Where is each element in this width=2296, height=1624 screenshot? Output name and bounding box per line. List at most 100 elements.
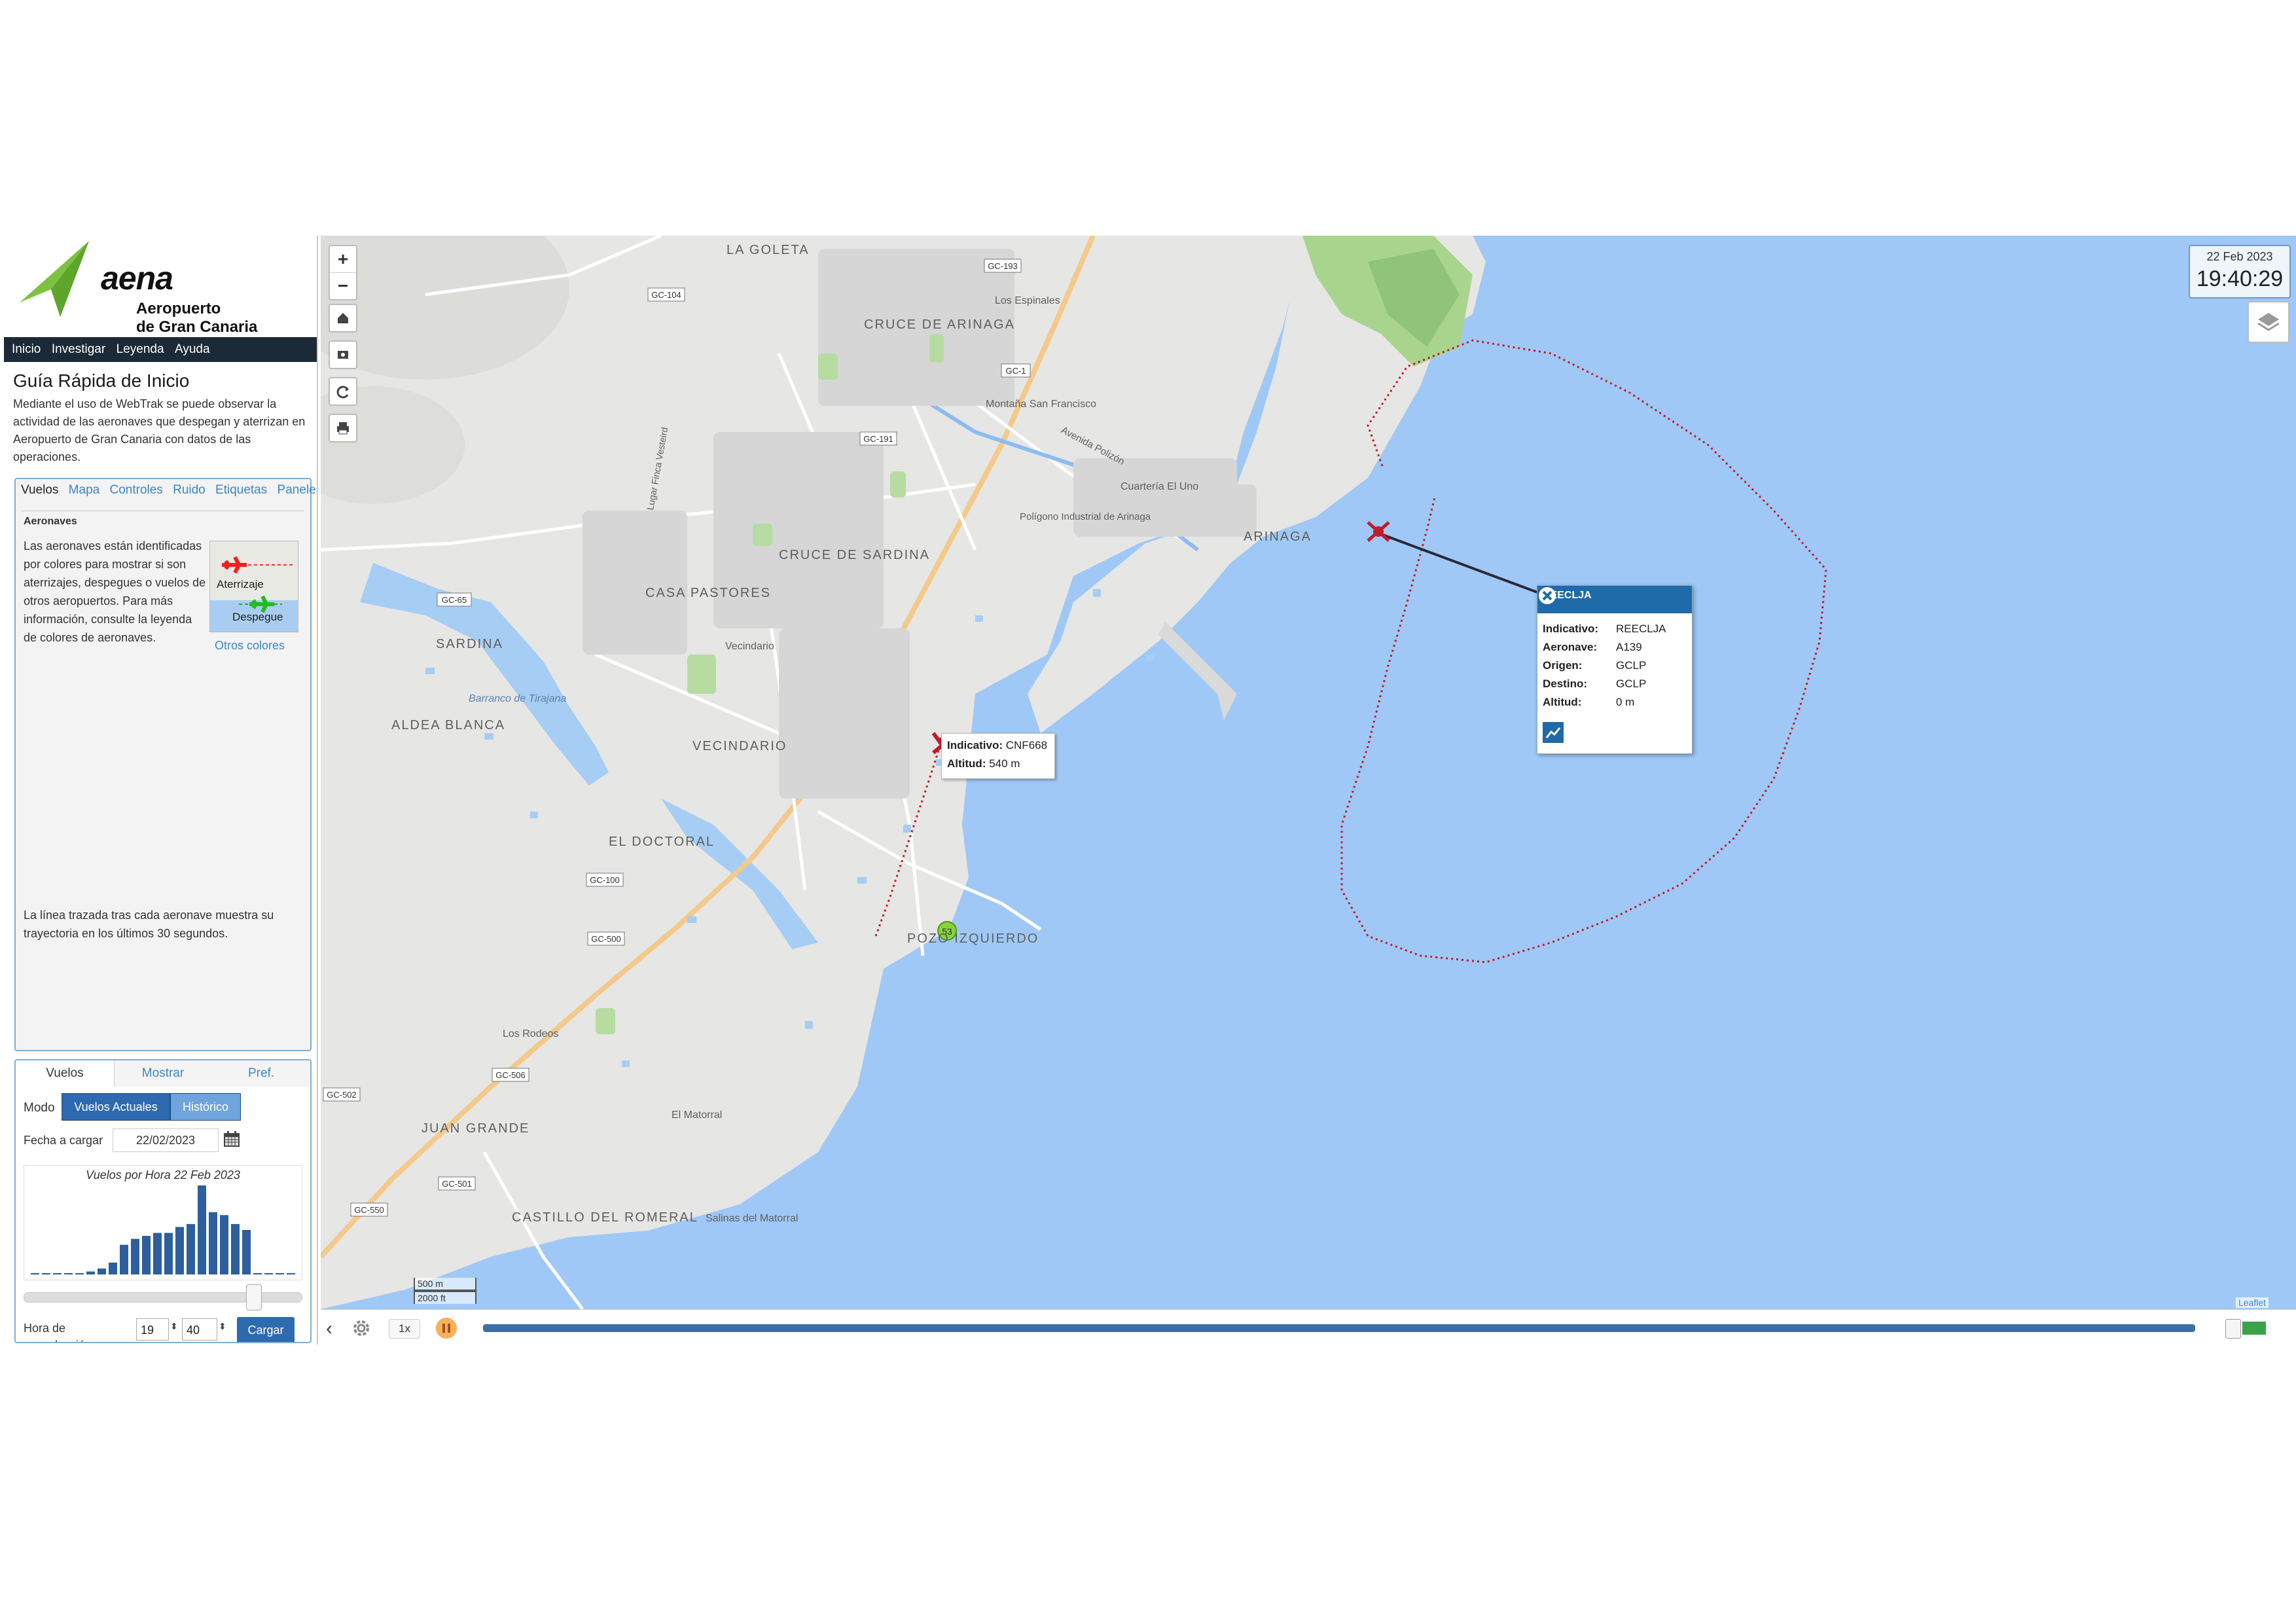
locate-button[interactable] xyxy=(329,340,357,369)
help-tab-ruido[interactable]: Ruido xyxy=(173,483,206,497)
label-montana-san-francisco: Montaña San Francisco xyxy=(986,399,1096,410)
histogram-bar xyxy=(120,1244,128,1274)
histogram-bar xyxy=(53,1273,62,1274)
label-salinas-del-matorral: Salinas del Matorral xyxy=(706,1213,798,1224)
hour-spinner-icon[interactable]: ⬍ xyxy=(170,1321,178,1332)
shield-gc65: GC-65 xyxy=(442,595,467,605)
print-button[interactable] xyxy=(329,414,357,442)
label-casa-pastores: CASA PASTORES xyxy=(645,586,771,600)
tab-mostrar[interactable]: Mostrar xyxy=(114,1060,212,1087)
date-input[interactable]: 22/02/2023 xyxy=(113,1128,219,1152)
help-tab-etiquetas[interactable]: Etiquetas xyxy=(215,483,267,497)
popup-row-origen: Origen: GCLP xyxy=(1543,657,1646,675)
help-tab-vuelos[interactable]: Vuelos xyxy=(21,483,58,497)
shield-gc502: GC-502 xyxy=(327,1090,357,1100)
refresh-button[interactable] xyxy=(329,377,357,406)
popup-value-aeronave: A139 xyxy=(1616,641,1642,653)
popup-header: REECLJA xyxy=(1537,586,1692,613)
playback-timeline: ‹ 1x xyxy=(321,1309,2296,1345)
histogram-bar xyxy=(131,1238,139,1274)
popup-value-indicativo: REECLJA xyxy=(1616,623,1666,635)
label-barranco: Barranco de Tirajana xyxy=(469,693,566,704)
controls-panel: Vuelos Mostrar Pref. Modo Vuelos Actuale… xyxy=(14,1059,312,1343)
zoom-out-button[interactable]: − xyxy=(330,273,356,299)
date-label: Fecha a cargar xyxy=(24,1134,103,1147)
nav-inicio[interactable]: Inicio xyxy=(12,337,41,362)
minute-input[interactable]: 40 xyxy=(182,1318,217,1341)
help-tabs: Vuelos Mapa Controles Ruido Etiquetas Pa… xyxy=(21,483,317,497)
sidebar: aena Aeropuerto de Gran Canaria Inicio I… xyxy=(4,236,318,1344)
histogram-bar xyxy=(276,1273,284,1274)
top-nav: Inicio Investigar Leyenda Ayuda xyxy=(4,337,317,362)
label-los-rodeos: Los Rodeos xyxy=(503,1028,558,1039)
histogram-bar xyxy=(253,1273,262,1274)
refresh-icon xyxy=(336,386,349,399)
shield-gc500: GC-500 xyxy=(591,934,621,944)
help-tab-mapa[interactable]: Mapa xyxy=(69,483,100,497)
logo-wordmark: aena xyxy=(101,260,173,297)
chevron-left-icon[interactable]: ‹ xyxy=(326,1318,332,1340)
calendar-icon[interactable] xyxy=(223,1130,241,1148)
popup-label-destino: Destino: xyxy=(1543,677,1587,690)
histogram-bar xyxy=(164,1233,173,1274)
zoom-in-button[interactable]: + xyxy=(330,246,356,273)
hour-input[interactable]: 19 xyxy=(136,1318,169,1341)
popup-leader-line xyxy=(1380,533,1540,594)
popup-value-origen: GCLP xyxy=(1616,659,1647,672)
helicopter-reeclja-icon[interactable] xyxy=(1367,521,1390,542)
nav-investigar[interactable]: Investigar xyxy=(52,337,105,362)
close-icon[interactable] xyxy=(1537,586,1557,605)
histogram-bar xyxy=(31,1273,39,1274)
home-icon xyxy=(338,313,348,323)
minute-spinner-icon[interactable]: ⬍ xyxy=(219,1321,226,1332)
shield-gc193: GC-193 xyxy=(988,261,1018,271)
aircraft-color-legend: Aterrizaje Despegue xyxy=(209,541,298,632)
other-colors-link[interactable]: Otros colores xyxy=(215,639,285,653)
nav-leyenda[interactable]: Leyenda xyxy=(117,337,164,362)
mode-current-button[interactable]: Vuelos Actuales xyxy=(62,1093,170,1121)
label-la-goleta: LA GOLETA xyxy=(726,243,810,257)
cnf668-altitude: 540 m xyxy=(989,757,1020,770)
histogram-bar xyxy=(209,1212,217,1274)
intro-text: Mediante el uso de WebTrak se puede obse… xyxy=(13,397,306,463)
shield-gc506: GC-506 xyxy=(495,1070,526,1080)
tab-pref[interactable]: Pref. xyxy=(212,1060,310,1087)
timeline-handle[interactable] xyxy=(2225,1319,2241,1339)
pause-icon[interactable] xyxy=(436,1318,457,1339)
histogram-bar xyxy=(98,1268,106,1274)
map-attribution[interactable]: Leaflet xyxy=(2236,1297,2269,1308)
altitude-graph-icon[interactable] xyxy=(1543,722,1564,743)
label-cruce-de-sardina: CRUCE DE SARDINA xyxy=(779,548,930,562)
label-castillo-del-romeral: CASTILLO DEL ROMERAL xyxy=(512,1210,698,1225)
tab-vuelos[interactable]: Vuelos xyxy=(16,1060,115,1087)
layers-button[interactable] xyxy=(2248,301,2289,343)
popup-row-indicativo: Indicativo: REECLJA xyxy=(1543,620,1666,638)
popup-label-origen: Origen: xyxy=(1543,659,1583,672)
layers-icon xyxy=(2257,313,2280,331)
flight-label-cnf668[interactable]: Indicativo: CNF668 Altitud: 540 m xyxy=(941,733,1055,779)
playback-speed-button[interactable]: 1x xyxy=(389,1319,420,1339)
histogram-bar xyxy=(42,1273,50,1274)
gear-icon[interactable] xyxy=(350,1316,373,1340)
map-clock: 22 Feb 2023 19:40:29 xyxy=(2189,245,2291,298)
logo-subtitle-line2: de Gran Canaria xyxy=(136,318,258,336)
webtrak-app: aena Aeropuerto de Gran Canaria Inicio I… xyxy=(4,236,2296,1345)
help-tab-controles[interactable]: Controles xyxy=(109,483,162,497)
label-cruce-de-arinaga: CRUCE DE ARINAGA xyxy=(864,317,1015,332)
label-poligono-industrial: Polígono Industrial de Arinaga xyxy=(1020,511,1151,522)
mode-history-button[interactable]: Histórico xyxy=(170,1093,241,1121)
popup-label-aeronave: Aeronave: xyxy=(1543,641,1598,653)
harbour xyxy=(1158,622,1237,720)
cnf668-altitude-row: Altitud: 540 m xyxy=(947,755,1049,773)
help-tab-paneles[interactable]: Paneles xyxy=(278,483,317,497)
flight-map[interactable]: 53 LA GOLETA CRUCE DE ARINAGA Los Espina… xyxy=(321,236,2296,1309)
hour-slider-handle[interactable] xyxy=(246,1284,262,1310)
load-button[interactable]: Cargar xyxy=(237,1317,295,1342)
label-sardina: SARDINA xyxy=(436,637,503,651)
map-canvas[interactable]: 53 LA GOLETA CRUCE DE ARINAGA Los Espina… xyxy=(321,236,2296,1309)
nav-ayuda[interactable]: Ayuda xyxy=(175,337,210,362)
timeline-live-indicator xyxy=(2242,1322,2266,1335)
timeline-track[interactable] xyxy=(483,1324,2195,1332)
histogram-bar xyxy=(287,1273,295,1274)
home-button[interactable] xyxy=(329,304,357,333)
